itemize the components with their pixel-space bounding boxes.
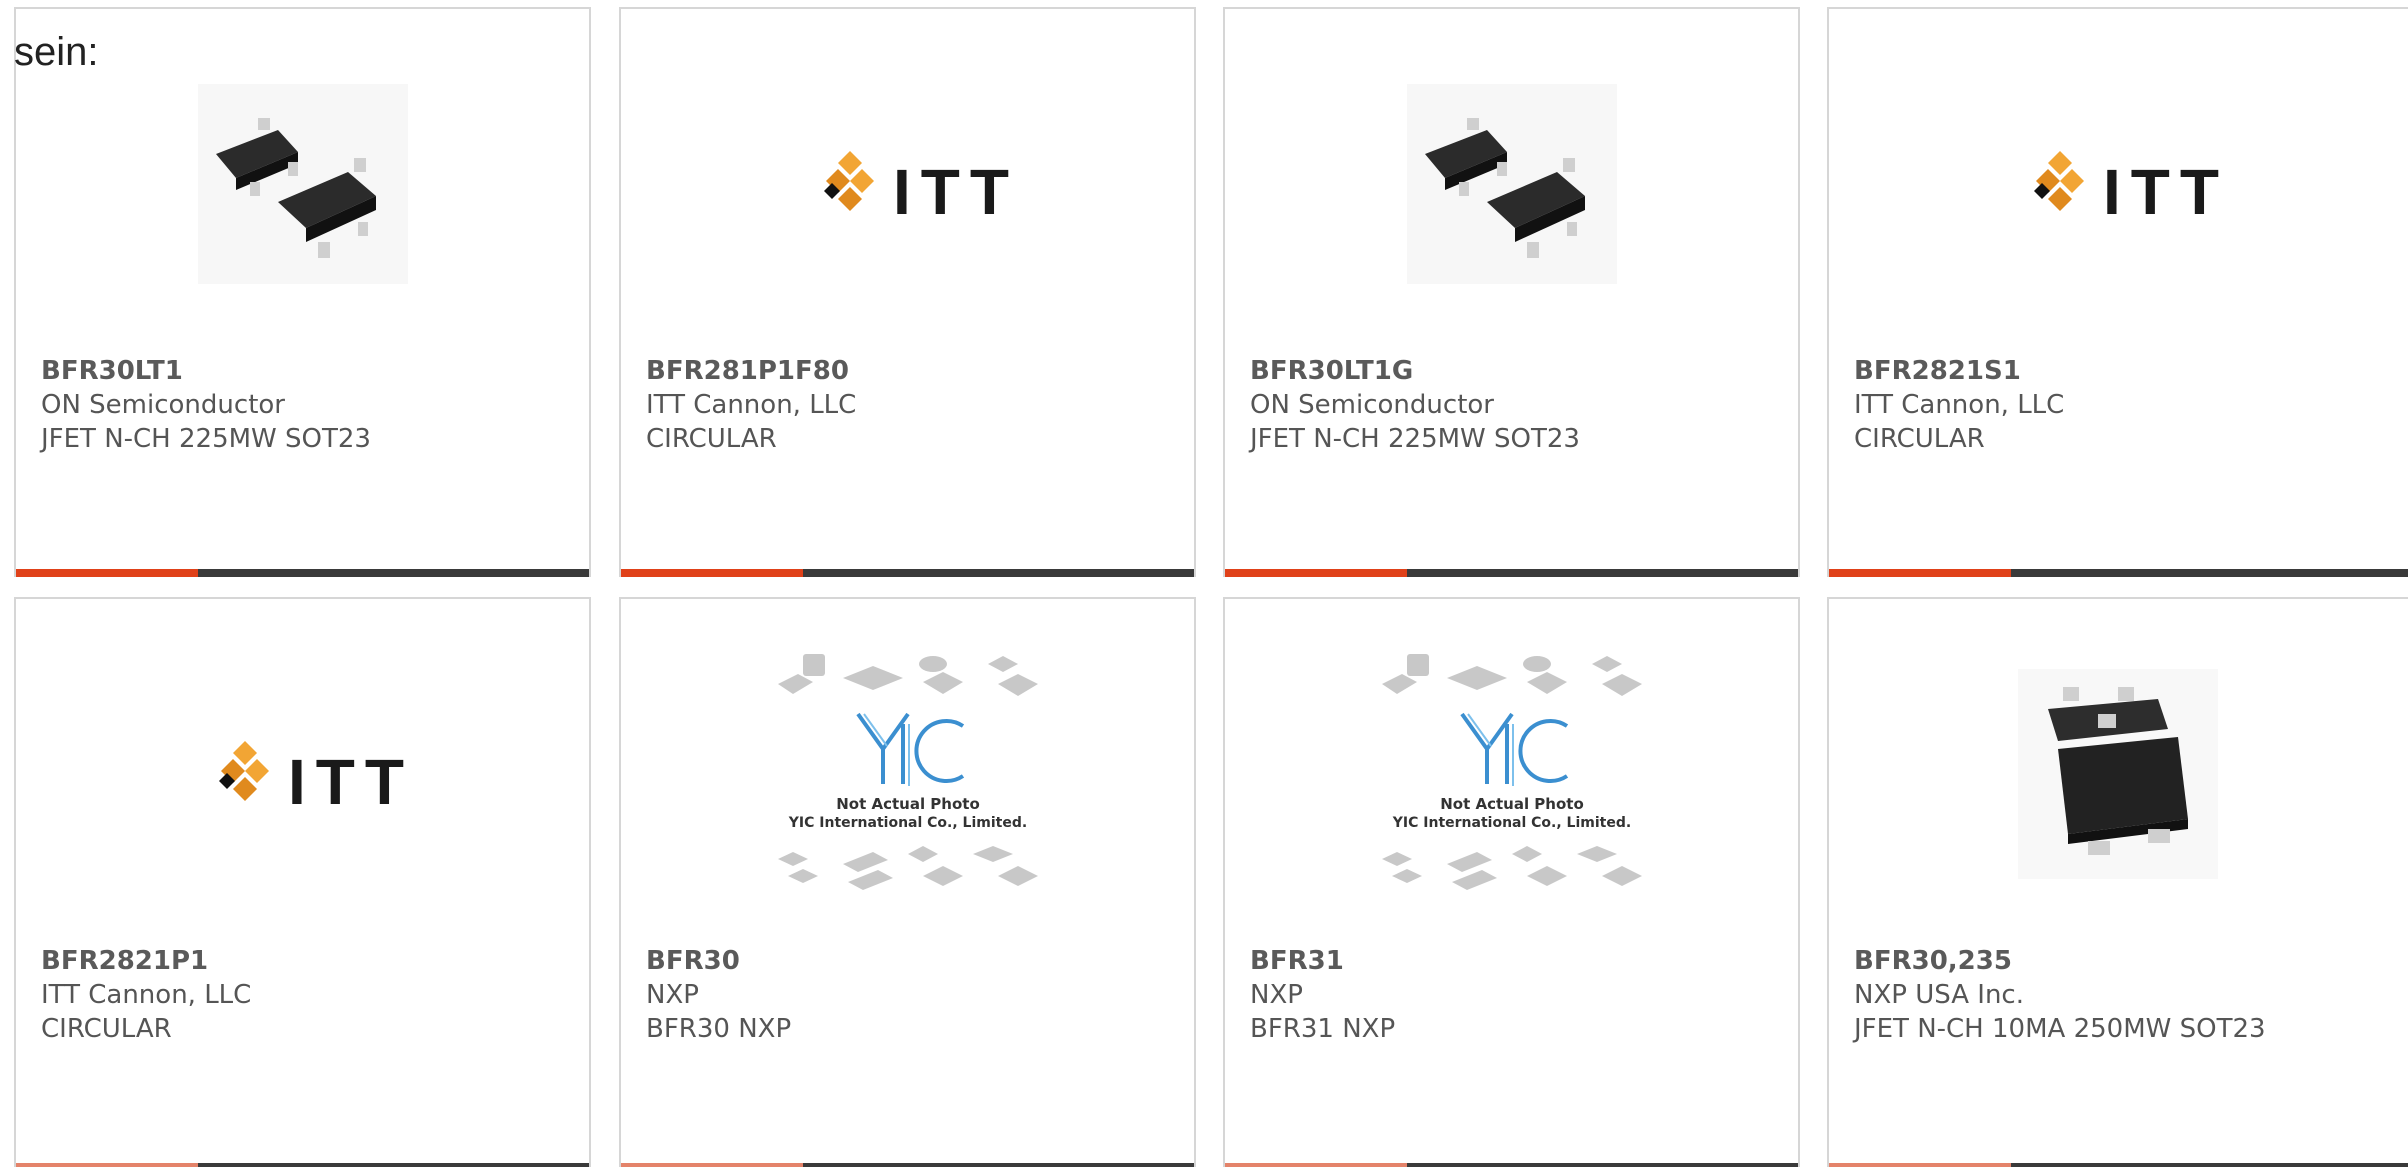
description: CIRCULAR bbox=[646, 424, 777, 454]
part-number[interactable]: BFR30,235 bbox=[1854, 944, 2266, 978]
product-card[interactable]: ITT BFR281P1F80 ITT Cannon, LLC CIRCULAR bbox=[619, 7, 1196, 577]
description: JFET N-CH 225MW SOT23 bbox=[41, 424, 371, 454]
product-card[interactable]: ITT BFR2821S1 ITT Cannon, LLC CIRCULAR bbox=[1827, 7, 2408, 577]
description: BFR31 NXP bbox=[1250, 1014, 1396, 1044]
product-card[interactable]: Not Actual Photo YIC International Co., … bbox=[619, 597, 1196, 1167]
product-card[interactable]: ITT BFR2821P1 ITT Cannon, LLC CIRCULAR bbox=[14, 597, 591, 1167]
card-footer-bar bbox=[1829, 1163, 2408, 1167]
part-number[interactable]: BFR281P1F80 bbox=[646, 354, 856, 388]
svg-text:ITT: ITT bbox=[288, 746, 413, 818]
manufacturer: ON Semiconductor bbox=[41, 390, 285, 420]
part-number[interactable]: BFR30LT1G bbox=[1250, 354, 1580, 388]
yic-placeholder-icon: Not Actual Photo YIC International Co., … bbox=[777, 654, 1038, 890]
description: BFR30 NXP bbox=[646, 1014, 792, 1044]
manufacturer: ITT Cannon, LLC bbox=[1854, 390, 2065, 420]
sot23-pair-photo-icon bbox=[1406, 84, 1617, 284]
product-image[interactable]: ITT bbox=[621, 69, 1194, 299]
itt-logo-icon: ITT bbox=[218, 741, 413, 818]
manufacturer: ON Semiconductor bbox=[1250, 390, 1494, 420]
product-image[interactable] bbox=[1829, 659, 2406, 889]
product-card[interactable]: Not Actual Photo YIC International Co., … bbox=[1223, 597, 1800, 1167]
card-footer-bar bbox=[1829, 569, 2408, 577]
card-footer-bar bbox=[16, 1163, 589, 1167]
product-image[interactable] bbox=[1225, 69, 1798, 299]
svg-text:YIC International Co., Limited: YIC International Co., Limited. bbox=[1391, 815, 1630, 831]
manufacturer: NXP USA Inc. bbox=[1854, 980, 2024, 1010]
card-footer-bar bbox=[16, 569, 589, 577]
itt-logo-icon: ITT bbox=[2033, 151, 2228, 228]
description: JFET N-CH 225MW SOT23 bbox=[1250, 424, 1580, 454]
manufacturer: NXP bbox=[646, 980, 699, 1010]
part-number[interactable]: BFR31 bbox=[1250, 944, 1395, 978]
svg-text:ITT: ITT bbox=[2103, 156, 2228, 228]
sot23-single-photo-icon bbox=[2017, 669, 2218, 879]
svg-text:Not Actual Photo: Not Actual Photo bbox=[836, 795, 980, 813]
product-card[interactable]: BFR30LT1G ON Semiconductor JFET N-CH 225… bbox=[1223, 7, 1800, 577]
card-footer-bar bbox=[621, 569, 1194, 577]
card-footer-bar bbox=[621, 1163, 1194, 1167]
product-image[interactable] bbox=[16, 69, 589, 299]
part-number[interactable]: BFR30 bbox=[646, 944, 791, 978]
part-number[interactable]: BFR2821S1 bbox=[1854, 354, 2064, 388]
manufacturer: ITT Cannon, LLC bbox=[646, 390, 857, 420]
part-number[interactable]: BFR2821P1 bbox=[41, 944, 251, 978]
product-image[interactable]: Not Actual Photo YIC International Co., … bbox=[621, 654, 1194, 890]
product-image[interactable]: ITT bbox=[16, 659, 589, 889]
card-footer-bar bbox=[1225, 1163, 1798, 1167]
product-card[interactable]: BFR30,235 NXP USA Inc. JFET N-CH 10MA 25… bbox=[1827, 597, 2408, 1167]
card-footer-bar bbox=[1225, 569, 1798, 577]
description: JFET N-CH 10MA 250MW SOT23 bbox=[1854, 1014, 2266, 1044]
product-image[interactable]: ITT bbox=[1829, 69, 2406, 299]
description: CIRCULAR bbox=[41, 1014, 172, 1044]
section-heading: sein: bbox=[14, 30, 99, 74]
manufacturer: ITT Cannon, LLC bbox=[41, 980, 252, 1010]
description: CIRCULAR bbox=[1854, 424, 1985, 454]
yic-placeholder-icon: Not Actual Photo YIC International Co., … bbox=[1381, 654, 1642, 890]
svg-text:ITT: ITT bbox=[893, 156, 1018, 228]
product-image[interactable]: Not Actual Photo YIC International Co., … bbox=[1225, 654, 1798, 890]
part-number[interactable]: BFR30LT1 bbox=[41, 354, 371, 388]
svg-text:Not Actual Photo: Not Actual Photo bbox=[1440, 795, 1584, 813]
itt-logo-icon: ITT bbox=[823, 151, 1018, 228]
svg-text:YIC International Co., Limited: YIC International Co., Limited. bbox=[787, 815, 1026, 831]
sot23-pair-photo-icon bbox=[197, 84, 408, 284]
manufacturer: NXP bbox=[1250, 980, 1303, 1010]
product-card[interactable]: BFR30LT1 ON Semiconductor JFET N-CH 225M… bbox=[14, 7, 591, 577]
